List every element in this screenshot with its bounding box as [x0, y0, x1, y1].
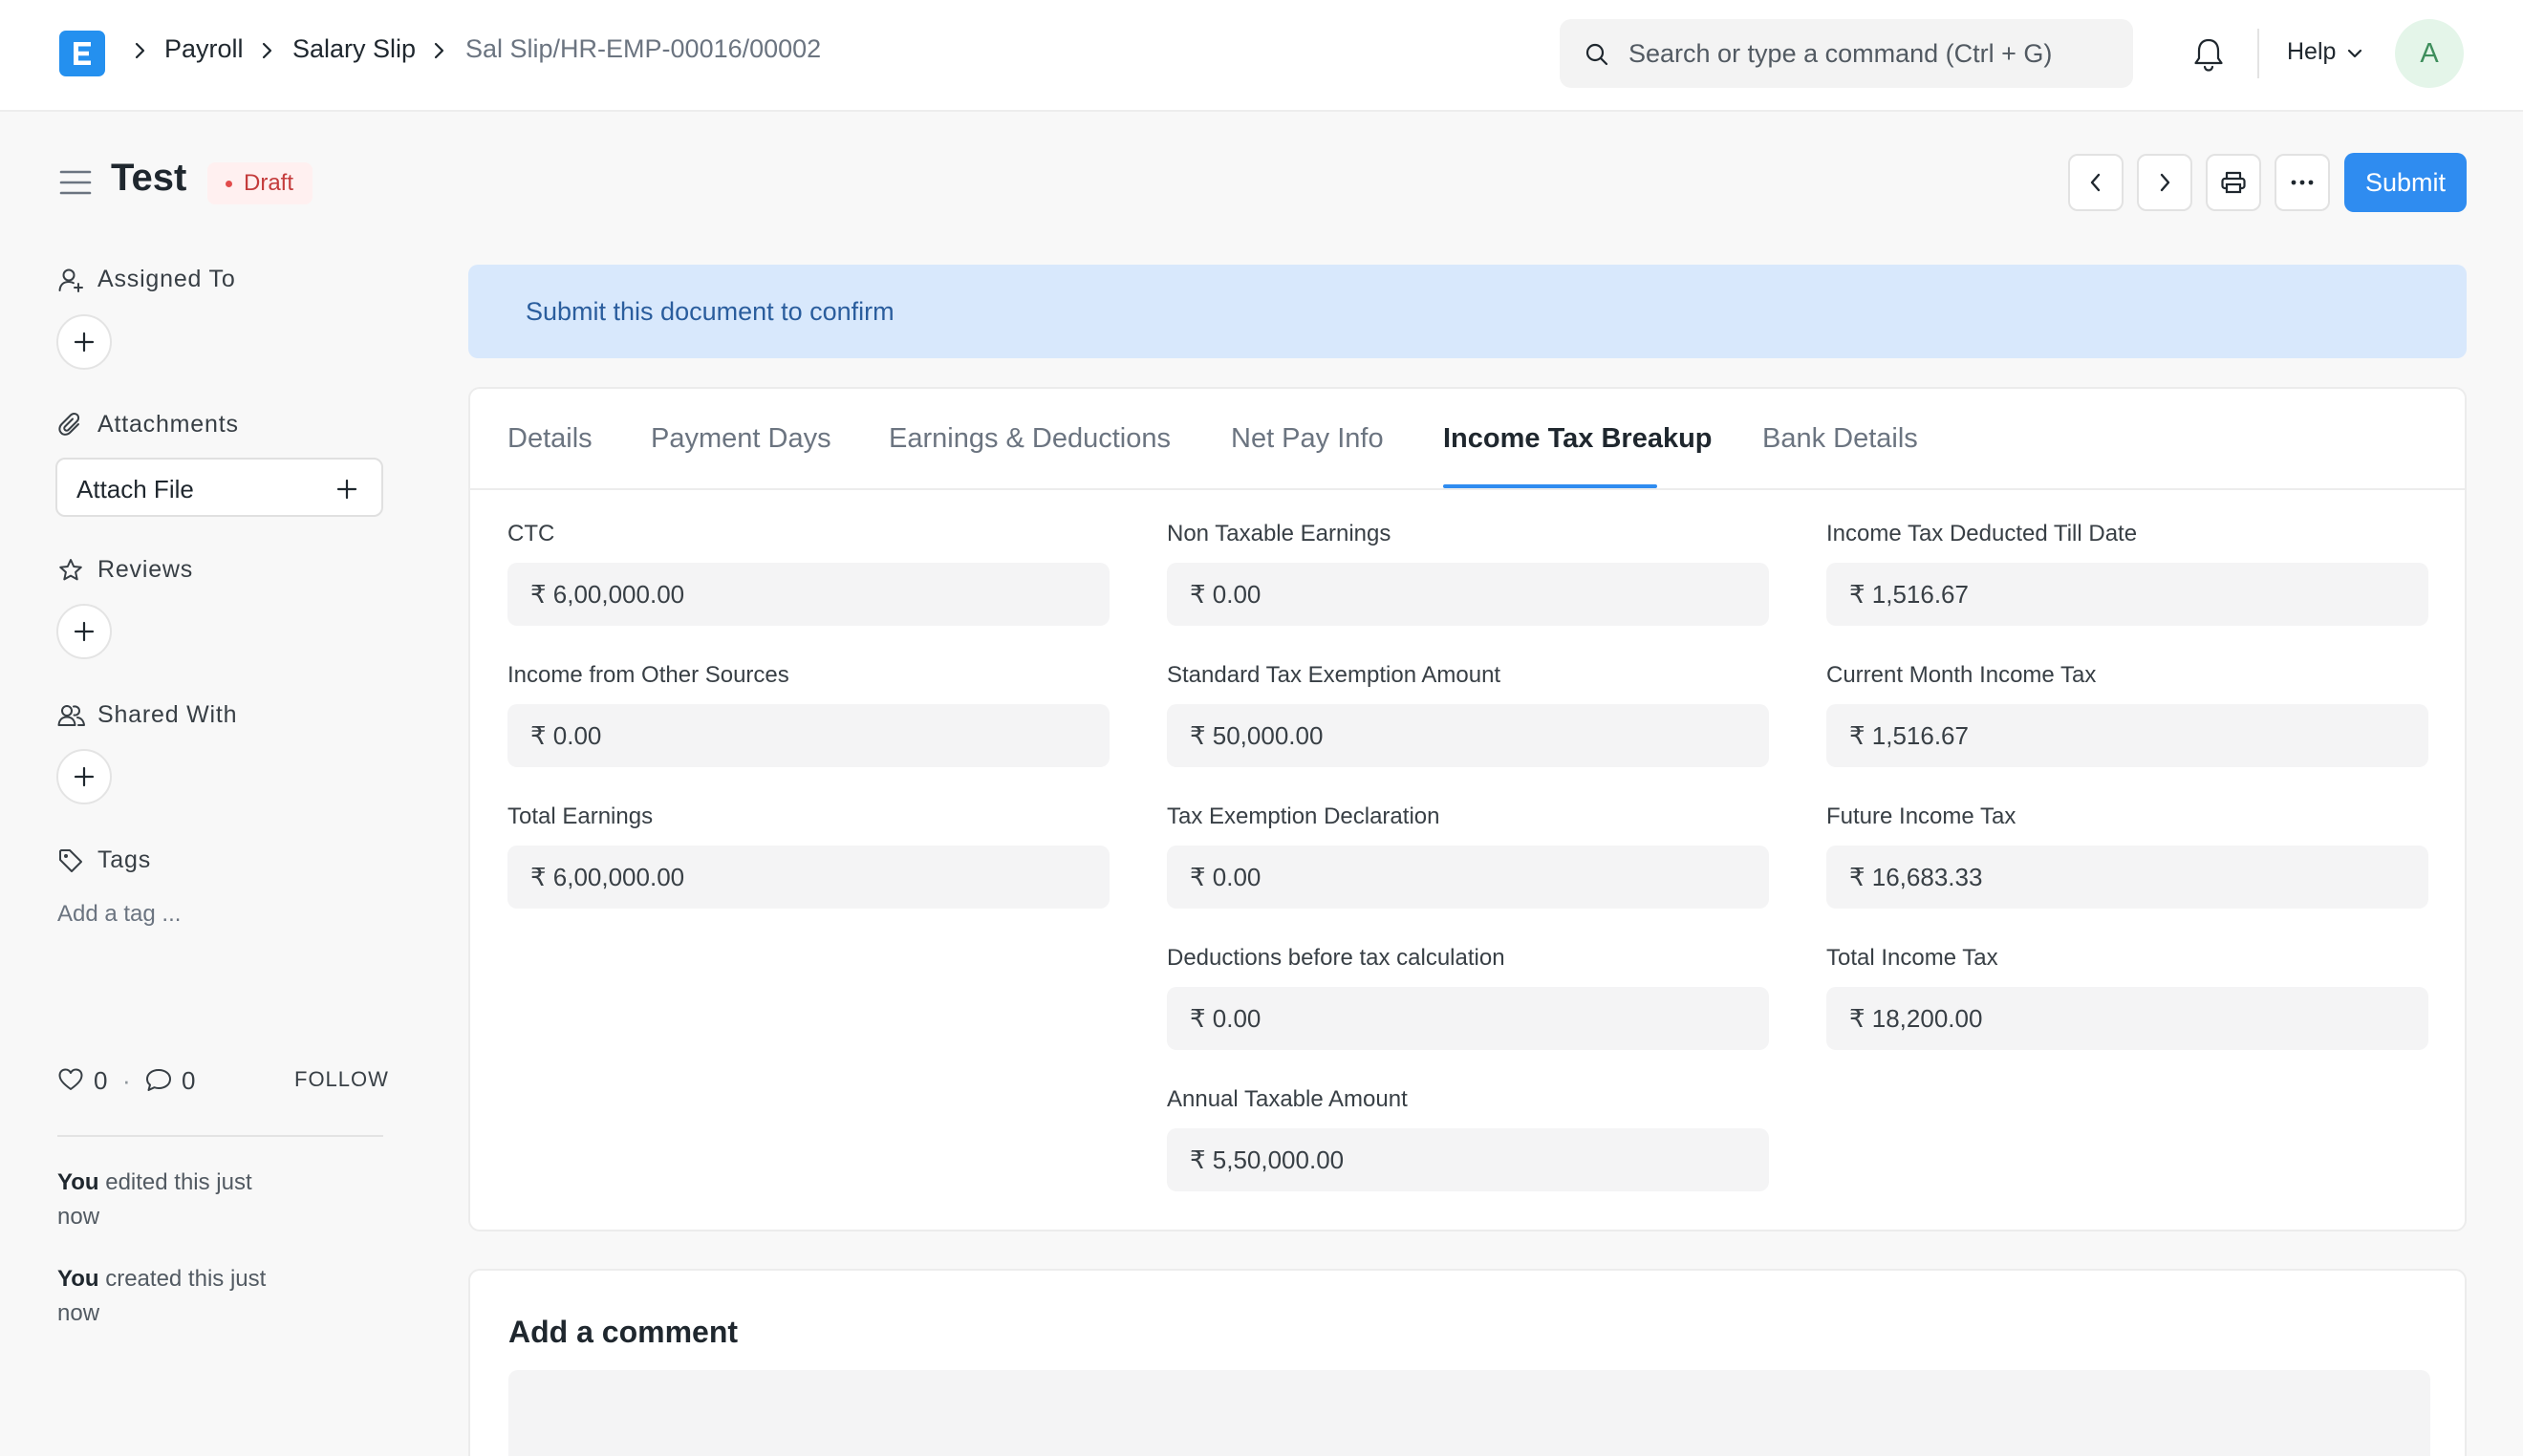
more-actions-button[interactable]	[2275, 154, 2330, 211]
star-icon	[59, 559, 82, 581]
field-label-future-income-tax: Future Income Tax	[1826, 803, 2016, 829]
page-title: Test	[111, 157, 187, 199]
field-label-current-month-tax: Current Month Income Tax	[1826, 662, 2097, 688]
plus-icon	[74, 621, 95, 642]
attach-file-label: Attach File	[76, 475, 194, 503]
field-label-total-earnings: Total Earnings	[507, 803, 654, 829]
add-review-button[interactable]	[56, 604, 112, 659]
field-label-standard-tax-exemption: Standard Tax Exemption Amount	[1167, 662, 1501, 688]
reviews-label: Reviews	[97, 556, 194, 583]
user-icon	[58, 268, 83, 292]
field-income-tax-deducted[interactable]: ₹ 1,516.67	[1826, 563, 2428, 626]
activity-user: You	[57, 1266, 99, 1292]
field-label-total-income-tax: Total Income Tax	[1826, 945, 1998, 971]
logo-e-icon	[74, 42, 91, 65]
activity-user: You	[57, 1169, 99, 1195]
attachments-label: Attachments	[97, 411, 239, 438]
stat-separator: ·	[122, 1066, 131, 1095]
breadcrumb-payroll[interactable]: Payroll	[164, 34, 244, 64]
field-tax-exemption-declaration[interactable]: ₹ 0.00	[1167, 846, 1769, 909]
shared-with-label: Shared With	[97, 701, 238, 728]
previous-button[interactable]	[2068, 154, 2124, 211]
add-tag-link[interactable]: Add a tag ...	[57, 901, 181, 928]
next-button[interactable]	[2137, 154, 2192, 211]
likes-count: 0	[94, 1066, 108, 1095]
tab-earnings-deductions[interactable]: Earnings & Deductions	[889, 423, 1171, 455]
heart-icon[interactable]	[57, 1067, 84, 1092]
banner-text: Submit this document to confirm	[526, 297, 895, 326]
app-logo[interactable]	[59, 31, 105, 76]
tab-bar: Details Payment Days Earnings & Deductio…	[470, 389, 2465, 490]
field-label-annual-taxable-amount: Annual Taxable Amount	[1167, 1086, 1408, 1112]
bell-icon[interactable]	[2192, 36, 2225, 73]
comment-icon[interactable]	[144, 1067, 173, 1094]
navbar-divider	[2257, 29, 2259, 78]
field-label-non-taxable-earnings: Non Taxable Earnings	[1167, 521, 1391, 546]
field-label-income-tax-deducted: Income Tax Deducted Till Date	[1826, 521, 2138, 546]
tab-details[interactable]: Details	[507, 423, 593, 455]
user-avatar[interactable]: A	[2395, 19, 2464, 88]
plus-icon	[336, 479, 357, 500]
chevron-right-icon	[434, 42, 444, 59]
add-share-button[interactable]	[56, 749, 112, 804]
submit-banner: Submit this document to confirm	[468, 265, 2467, 358]
field-ctc[interactable]: ₹ 6,00,000.00	[507, 563, 1110, 626]
print-button[interactable]	[2206, 154, 2261, 211]
tab-bank-details[interactable]: Bank Details	[1762, 423, 1918, 455]
search-icon	[1585, 43, 1608, 66]
chevron-right-icon	[135, 42, 145, 59]
submit-button[interactable]: Submit	[2344, 153, 2467, 212]
tab-payment-days[interactable]: Payment Days	[651, 423, 831, 455]
field-future-income-tax[interactable]: ₹ 16,683.33	[1826, 846, 2428, 909]
breadcrumb-salary-slip[interactable]: Salary Slip	[292, 34, 416, 64]
chevron-down-icon[interactable]	[2346, 47, 2363, 60]
tab-income-tax-breakup[interactable]: Income Tax Breakup	[1443, 423, 1713, 455]
field-annual-taxable-amount[interactable]: ₹ 5,50,000.00	[1167, 1128, 1769, 1191]
tab-net-pay-info[interactable]: Net Pay Info	[1231, 423, 1384, 455]
plus-icon	[74, 766, 95, 787]
follow-button[interactable]: FOLLOW	[294, 1067, 389, 1092]
sidebar-divider	[57, 1135, 383, 1137]
activity-item: You created this just now	[57, 1262, 287, 1331]
field-total-earnings[interactable]: ₹ 6,00,000.00	[507, 846, 1110, 909]
comments-count: 0	[182, 1066, 196, 1095]
help-menu[interactable]: Help	[2287, 38, 2336, 66]
attach-file-button[interactable]: Attach File	[55, 458, 383, 517]
field-label-income-other-sources: Income from Other Sources	[507, 662, 789, 688]
field-total-income-tax[interactable]: ₹ 18,200.00	[1826, 987, 2428, 1050]
field-label-deductions-before-tax: Deductions before tax calculation	[1167, 945, 1505, 971]
paperclip-icon	[58, 412, 80, 436]
search-bar[interactable]	[1560, 19, 2133, 88]
tags-label: Tags	[97, 846, 152, 873]
chevron-right-icon	[2160, 173, 2170, 192]
comment-section: Add a comment	[468, 1269, 2467, 1456]
field-label-tax-exemption-declaration: Tax Exemption Declaration	[1167, 803, 1440, 829]
field-standard-tax-exemption[interactable]: ₹ 50,000.00	[1167, 704, 1769, 767]
breadcrumb-current-doc[interactable]: Sal Slip/HR-EMP-00016/00002	[465, 34, 821, 64]
more-icon	[2291, 180, 2314, 185]
comment-title: Add a comment	[508, 1315, 739, 1349]
activity-item: You edited this just now	[57, 1166, 287, 1234]
field-label-ctc: CTC	[507, 521, 555, 546]
field-non-taxable-earnings[interactable]: ₹ 0.00	[1167, 563, 1769, 626]
active-tab-indicator	[1443, 484, 1657, 488]
hamburger-icon[interactable]	[59, 169, 92, 196]
form-card: Details Payment Days Earnings & Deductio…	[468, 387, 2467, 1231]
status-badge: Draft	[207, 162, 313, 204]
users-icon	[57, 705, 85, 726]
chevron-right-icon	[262, 42, 272, 59]
printer-icon	[2221, 171, 2246, 194]
search-input[interactable]	[1628, 19, 2116, 88]
chevron-left-icon	[2090, 173, 2101, 192]
plus-icon	[74, 332, 95, 353]
tag-icon	[59, 849, 82, 872]
add-assignee-button[interactable]	[56, 314, 112, 370]
field-deductions-before-tax[interactable]: ₹ 0.00	[1167, 987, 1769, 1050]
assigned-to-label: Assigned To	[97, 266, 236, 292]
field-income-other-sources[interactable]: ₹ 0.00	[507, 704, 1110, 767]
navbar: Payroll Salary Slip Sal Slip/HR-EMP-0001…	[0, 0, 2523, 112]
comment-input[interactable]	[508, 1370, 2430, 1456]
field-current-month-tax[interactable]: ₹ 1,516.67	[1826, 704, 2428, 767]
